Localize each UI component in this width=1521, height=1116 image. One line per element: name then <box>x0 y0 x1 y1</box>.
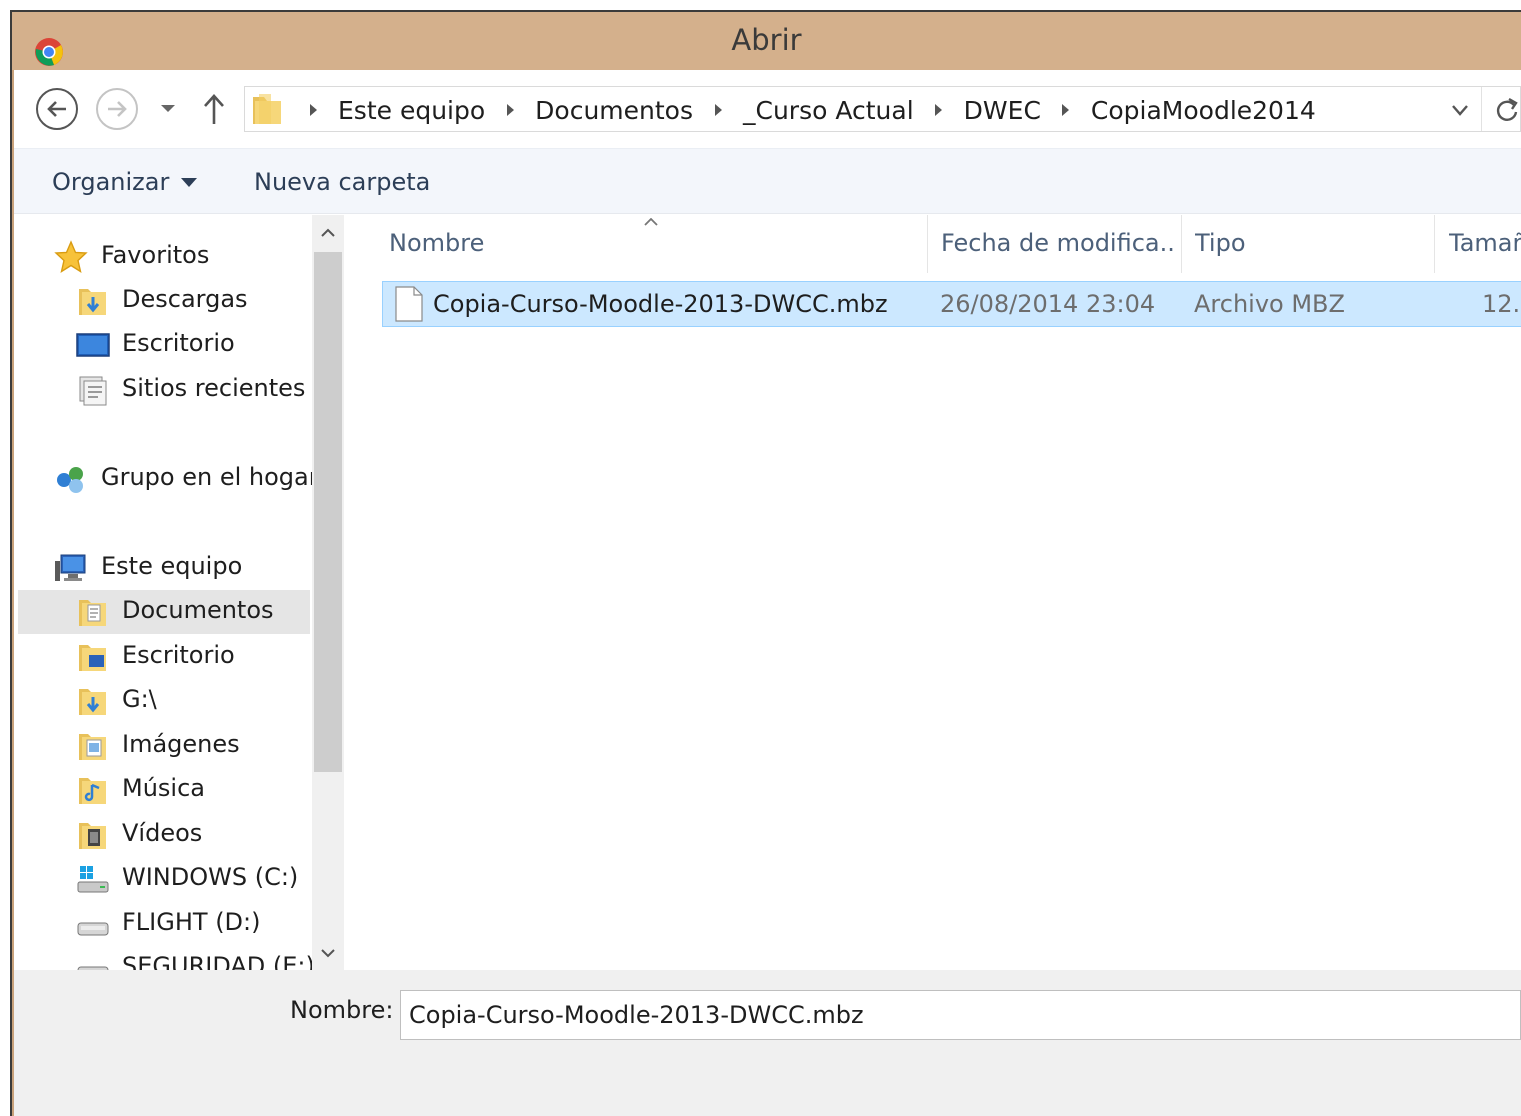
address-bar[interactable]: Este equipo Documentos _Curso Actual DWE… <box>244 86 1521 132</box>
sidebar-item-label: Documentos <box>122 596 274 624</box>
open-file-dialog: Abrir Este equipo Documentos _Curso Actu… <box>0 0 1521 1116</box>
title-bar[interactable]: Abrir <box>12 12 1521 70</box>
desktop-folder-icon <box>79 645 106 671</box>
homegroup-icon <box>57 467 83 493</box>
videos-folder-icon <box>79 823 106 849</box>
scrollbar-thumb[interactable] <box>314 252 342 772</box>
filename-input[interactable] <box>400 990 1521 1040</box>
sidebar-item-videos[interactable]: Vídeos <box>18 813 310 857</box>
up-arrow-icon[interactable] <box>202 92 226 126</box>
back-button[interactable] <box>36 88 78 130</box>
recent-locations-button[interactable] <box>158 98 178 118</box>
breadcrumb-item[interactable]: Este equipo <box>329 96 494 125</box>
breadcrumb-separator-icon[interactable] <box>923 87 955 133</box>
file-size-cell: 12.4 <box>1482 290 1521 318</box>
sidebar-item-sitios-recientes[interactable]: Sitios recientes <box>18 368 310 412</box>
dialog-footer: Nombre: <box>14 970 1521 1116</box>
sidebar-item-label: Música <box>122 774 205 802</box>
scroll-up-icon[interactable] <box>320 225 336 241</box>
sidebar-item-label: Descargas <box>122 285 248 313</box>
sidebar-item-descargas[interactable]: Descargas <box>18 279 310 323</box>
sidebar-item-label: Sitios recientes <box>122 374 306 402</box>
file-name-cell: Copia-Curso-Moodle-2013-DWCC.mbz <box>433 290 888 318</box>
command-toolbar: Organizar Nueva carpeta <box>14 148 1521 214</box>
back-arrow-icon <box>47 101 66 117</box>
chevron-down-icon[interactable] <box>1445 97 1475 123</box>
breadcrumb-item[interactable]: Documentos <box>526 96 702 125</box>
column-divider[interactable] <box>927 215 928 273</box>
recent-places-icon <box>79 376 107 406</box>
pictures-folder-icon <box>79 734 106 760</box>
sidebar-item-g-drive[interactable]: G:\ <box>18 679 310 723</box>
sidebar-item-label: Grupo en el hogar <box>101 463 312 491</box>
organize-label: Organizar <box>52 168 170 196</box>
sidebar-item-flight-d[interactable]: FLIGHT (D:) <box>18 902 310 946</box>
column-divider[interactable] <box>1434 215 1435 273</box>
desktop-icon <box>76 333 110 357</box>
filename-label: Nombre: <box>290 996 394 1024</box>
forward-button[interactable] <box>96 88 138 130</box>
sidebar-item-imagenes[interactable]: Imágenes <box>18 724 310 768</box>
sidebar-item-escritorio[interactable]: Escritorio <box>18 323 310 367</box>
breadcrumb-separator-icon[interactable] <box>494 87 526 133</box>
computer-icon <box>55 554 86 581</box>
refresh-icon[interactable] <box>1493 95 1521 125</box>
scroll-down-icon[interactable] <box>320 945 336 961</box>
sidebar-item-label: Escritorio <box>122 329 235 357</box>
sidebar-item-grupo-hogar[interactable]: Grupo en el hogar <box>14 457 312 501</box>
navigation-bar: Este equipo Documentos _Curso Actual DWE… <box>14 70 1521 148</box>
file-list: Nombre Fecha de modifica... Tipo Tamaño … <box>344 215 1521 970</box>
sidebar-item-windows-c[interactable]: WINDOWS (C:) <box>18 857 310 901</box>
sidebar-item-seguridad-e[interactable]: SEGURIDAD (E:) <box>18 946 312 970</box>
window-title: Abrir <box>731 23 802 57</box>
music-folder-icon <box>79 778 106 804</box>
breadcrumb-separator-icon[interactable] <box>297 87 329 133</box>
network-folder-icon <box>79 689 106 715</box>
column-header-size[interactable]: Tamaño <box>1449 215 1521 273</box>
sidebar-item-favoritos[interactable]: Favoritos <box>14 235 306 279</box>
new-folder-button[interactable]: Nueva carpeta <box>254 149 430 215</box>
sidebar-scrollbar[interactable] <box>312 215 344 970</box>
file-type-cell: Archivo MBZ <box>1194 290 1345 318</box>
breadcrumb-separator-icon[interactable] <box>702 87 734 133</box>
file-icon <box>395 286 423 322</box>
column-header-name[interactable]: Nombre <box>389 215 919 273</box>
file-date-cell: 26/08/2014 23:04 <box>940 290 1156 318</box>
breadcrumb-separator-icon[interactable] <box>1050 87 1082 133</box>
sidebar-item-label: Imágenes <box>122 730 240 758</box>
column-header-date[interactable]: Fecha de modifica... <box>941 215 1173 273</box>
navigation-pane: Favoritos Descargas Escritorio Sitios re… <box>14 215 312 970</box>
breadcrumb-item[interactable]: CopiaMoodle2014 <box>1082 96 1325 125</box>
sidebar-item-musica[interactable]: Música <box>18 768 310 812</box>
column-header-type[interactable]: Tipo <box>1195 215 1425 273</box>
caret-down-icon <box>181 177 198 187</box>
table-row[interactable]: Copia-Curso-Moodle-2013-DWCC.mbz 26/08/2… <box>382 281 1521 327</box>
sidebar-item-label: SEGURIDAD (E:) <box>122 952 312 970</box>
star-icon <box>54 240 88 273</box>
column-divider[interactable] <box>1181 215 1182 273</box>
breadcrumb: Este equipo Documentos _Curso Actual DWE… <box>297 87 1325 133</box>
sidebar-item-este-equipo[interactable]: Este equipo <box>14 546 306 590</box>
folder-icon <box>253 94 281 124</box>
downloads-folder-icon <box>79 289 106 315</box>
drive-icon <box>77 922 109 936</box>
documents-folder-icon <box>79 600 106 626</box>
sidebar-item-label: G:\ <box>122 685 157 713</box>
sidebar-item-escritorio-pc[interactable]: Escritorio <box>18 635 310 679</box>
sidebar-item-label: Favoritos <box>101 241 210 269</box>
sidebar-item-label: FLIGHT (D:) <box>122 908 261 936</box>
address-divider <box>1481 87 1482 131</box>
breadcrumb-item[interactable]: _Curso Actual <box>734 96 923 125</box>
forward-arrow-icon <box>108 101 127 117</box>
sidebar-item-documentos[interactable]: Documentos <box>18 590 310 634</box>
sidebar-item-label: Este equipo <box>101 552 243 580</box>
sidebar-item-label: WINDOWS (C:) <box>122 863 299 891</box>
organize-button[interactable]: Organizar <box>52 149 198 215</box>
drive-icon <box>77 966 109 970</box>
breadcrumb-item[interactable]: DWEC <box>955 96 1050 125</box>
sidebar-item-label: Escritorio <box>122 641 235 669</box>
window-frame-edge <box>10 10 12 1116</box>
windows-drive-icon <box>77 866 109 893</box>
sidebar-item-label: Vídeos <box>122 819 203 847</box>
